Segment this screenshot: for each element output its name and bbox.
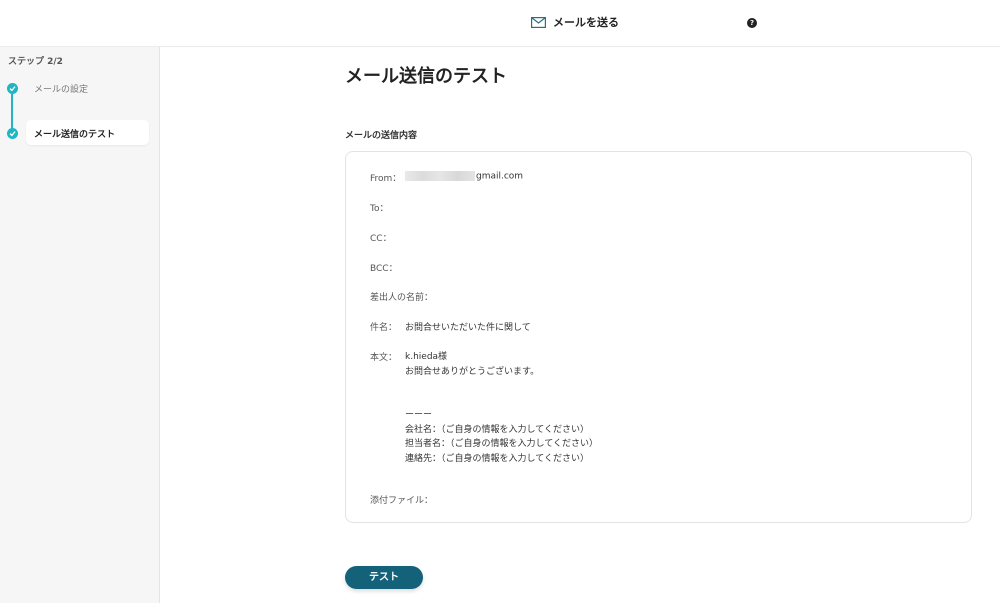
- body-line: k.hieda様: [405, 352, 448, 362]
- header-title: メールを送る: [553, 16, 619, 29]
- step-2-check-icon: [7, 128, 18, 139]
- step-counter: ステップ 2/2: [8, 57, 63, 67]
- sender-name-row: 差出人の名前：: [370, 290, 433, 303]
- section-label: メールの送信内容: [345, 131, 418, 141]
- bcc-label: BCC：: [370, 264, 398, 274]
- body-line: 担当者名：（ご自身の情報を入力してください）: [405, 439, 598, 449]
- sender-name-label: 差出人の名前：: [370, 293, 434, 303]
- redacted-email-blur: [405, 171, 475, 181]
- to-label: To：: [370, 204, 389, 214]
- main-content: メール送信のテスト メールの送信内容 From： gmail.com To： C…: [160, 47, 1000, 603]
- envelope-icon: [531, 16, 546, 28]
- cc-row: CC：: [370, 231, 392, 244]
- step-1-check-icon: [7, 83, 18, 94]
- subject-row: 件名： お問合せいただいた件に関して: [370, 320, 531, 333]
- from-row: From： gmail.com: [370, 171, 523, 184]
- body-line: お問合せありがとうございます。: [405, 366, 540, 377]
- body-line: 会社名：（ご自身の情報を入力してください）: [405, 424, 589, 435]
- body-line: ーーー: [405, 410, 433, 420]
- mail-preview-card: From： gmail.com To： CC： BCC： 差出人の名前： 件名：…: [345, 151, 972, 523]
- body-line: [405, 379, 598, 394]
- sidebar-step-mail-test[interactable]: メール送信のテスト: [26, 120, 149, 145]
- body-text: k.hieda様 お問合せありがとうございます。 ーーー 会社名：（ご自身の情報…: [405, 350, 598, 466]
- sidebar: ステップ 2/2 メールの設定 メール送信のテスト: [0, 47, 160, 603]
- bcc-row: BCC：: [370, 261, 398, 274]
- body-row: 本文： k.hieda様 お問合せありがとうございます。 ーーー 会社名：（ご自…: [370, 350, 598, 464]
- from-value: gmail.com: [405, 171, 523, 182]
- sidebar-step-mail-test-label: メール送信のテスト: [34, 130, 116, 140]
- cc-label: CC：: [370, 234, 392, 244]
- sidebar-step-mail-settings[interactable]: メールの設定: [34, 82, 88, 95]
- subject-value: お問合せいただいた件に関して: [405, 323, 531, 333]
- to-row: To：: [370, 201, 388, 214]
- top-bar: メールを送る ?: [0, 0, 1000, 47]
- body-label: 本文：: [370, 353, 398, 363]
- attachment-label: 添付ファイル：: [370, 496, 434, 506]
- body-line: 連絡先：（ご自身の情報を入力してください）: [405, 453, 589, 464]
- header-title-group: メールを送る: [531, 14, 619, 30]
- from-label: From：: [370, 174, 402, 184]
- step-connector: [11, 89, 13, 133]
- page-title: メール送信のテスト: [345, 66, 507, 87]
- body-line: [405, 394, 598, 409]
- attachment-row: 添付ファイル：: [370, 493, 433, 506]
- test-button[interactable]: テスト: [345, 566, 423, 589]
- subject-label: 件名：: [370, 323, 398, 333]
- help-icon[interactable]: ?: [747, 18, 757, 28]
- from-domain: gmail.com: [476, 171, 524, 182]
